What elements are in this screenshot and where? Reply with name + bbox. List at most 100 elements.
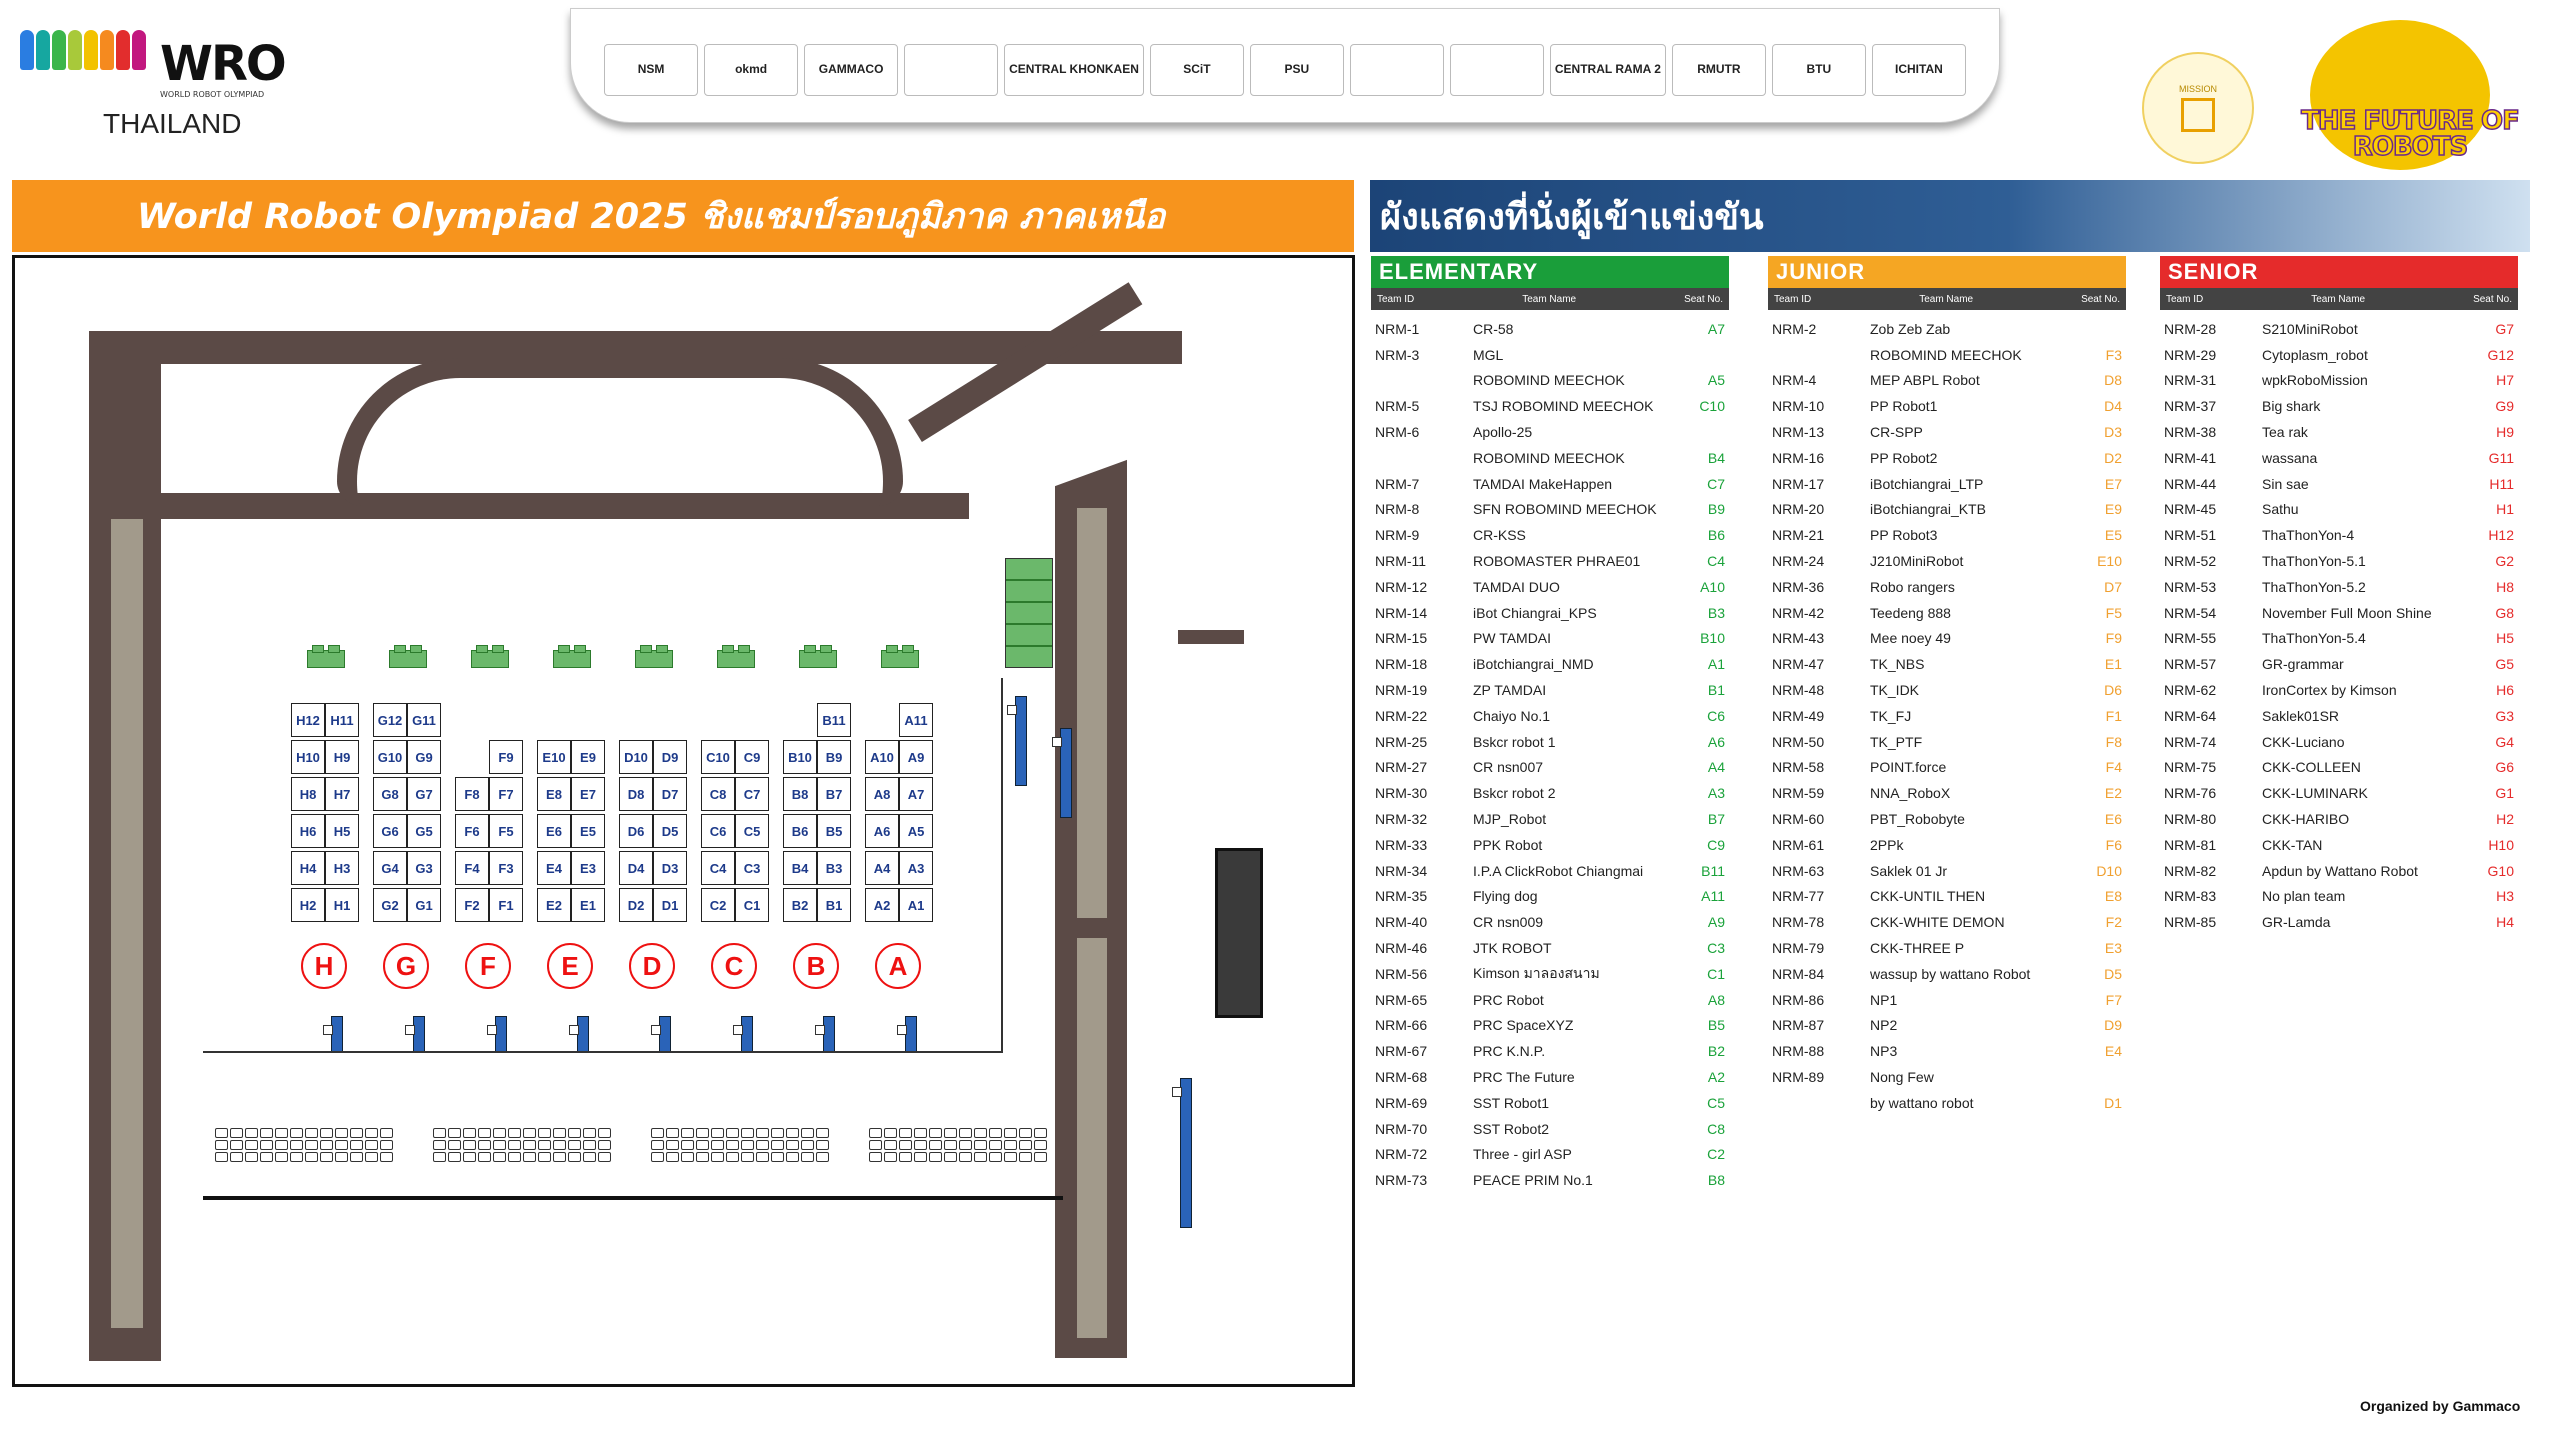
team-name: Three - girl ASP (1473, 1146, 1572, 1163)
table-row: NRM-82 Apdun by Wattano Robot G10 (2160, 858, 2518, 884)
team-id: NRM-61 (1772, 836, 1825, 853)
team-id: NRM-83 (2164, 888, 2217, 905)
seat-e10: E10 (537, 740, 571, 774)
seat-c4: C4 (701, 851, 735, 885)
seat-no: C8 (1707, 1120, 1725, 1137)
judge-table (569, 1016, 589, 1052)
table-row: NRM-84 wassup by wattano Robot D5 (1768, 961, 2126, 987)
column-headers: Team ID Team Name Seat No. (1371, 288, 1729, 310)
team-name: Apollo-25 (1473, 424, 1533, 441)
robot-field-box (799, 645, 837, 668)
seat-no: E2 (2104, 785, 2122, 802)
seat-g7: G7 (407, 777, 441, 811)
seat-no: E5 (2104, 527, 2122, 544)
team-id: NRM-85 (2164, 914, 2217, 931)
team-name: PP Robot3 (1870, 527, 1938, 544)
table-row: NRM-86 NP1 F7 (1768, 987, 2126, 1013)
team-name: iBotchiangrai_NMD (1473, 656, 1594, 673)
seat-h6: H6 (291, 814, 325, 848)
team-name: SFN ROBOMIND MEECHOK (1473, 501, 1657, 518)
team-name: GR-grammar (2262, 656, 2344, 673)
team-name: S210MiniRobot (2262, 320, 2358, 337)
sponsor-logo: CENTRAL RAMA 2 (1549, 43, 1666, 96)
side-table (1172, 1078, 1192, 1228)
team-id: NRM-58 (1772, 759, 1825, 776)
table-row: NRM-50 TK_PTF F8 (1768, 729, 2126, 755)
team-name: ZP TAMDAI (1473, 682, 1547, 699)
team-id: NRM-38 (2164, 424, 2217, 441)
table-row: NRM-1 CR-58 A7 (1371, 316, 1729, 342)
header-seat: Seat No. (1684, 293, 1723, 305)
judge-table (323, 1016, 343, 1052)
team-id: NRM-32 (1375, 811, 1428, 828)
team-id: NRM-89 (1772, 1069, 1825, 1085)
seat-b8: B8 (783, 777, 817, 811)
table-row: NRM-40 CR nsn009 A9 (1371, 909, 1729, 935)
seat-a7: A7 (899, 777, 933, 811)
table-row: ROBOMIND MEECHOK B4 (1371, 445, 1729, 471)
table-row: NRM-48 TK_IDK D6 (1768, 677, 2126, 703)
table-row: NRM-3 MGL (1371, 342, 1729, 368)
team-name: MEP ABPL Robot (1870, 372, 1980, 389)
team-list-junior: JUNIOR Team ID Team Name Seat No. NRM-2 Zob Z… (1768, 256, 2126, 1116)
column-headers: Team ID Team Name Seat No. (1768, 288, 2126, 310)
seat-g1: G1 (407, 888, 441, 922)
seat-b10: B10 (783, 740, 817, 774)
zone-a-marker: A (875, 943, 921, 989)
side-table (1052, 728, 1072, 818)
seat-no: G11 (2488, 449, 2514, 466)
table-row: NRM-80 CKK-HARIBO H2 (2160, 806, 2518, 832)
team-id: NRM-68 (1375, 1069, 1428, 1085)
seat-e4: E4 (537, 851, 571, 885)
team-name: Kimson มาลองสนาม (1473, 964, 1600, 981)
team-id: NRM-45 (2164, 501, 2217, 518)
seat-no: B5 (1707, 1017, 1725, 1034)
seat-no: F8 (2105, 733, 2122, 750)
sponsor-logo: RMUTR (1671, 43, 1766, 96)
sponsor-logo: okmd (704, 43, 799, 96)
table-row: NRM-45 Sathu H1 (2160, 497, 2518, 523)
seat-a11: A11 (899, 703, 933, 737)
seat-no: A3 (1707, 785, 1725, 802)
sponsor-logo: CENTRAL KHONKAEN (1004, 43, 1144, 96)
seat-g2: G2 (373, 888, 407, 922)
sponsor-bar: NSM okmd GAMMACO CENTRAL KHONKAEN SCiT PSU CEN… (570, 8, 2000, 123)
seat-d7: D7 (653, 777, 687, 811)
seat-c6: C6 (701, 814, 735, 848)
seat-no: H11 (2489, 475, 2514, 492)
seat-h1: H1 (325, 888, 359, 922)
team-name: Saklek01SR (2262, 707, 2340, 724)
robot-field-box (635, 645, 673, 668)
seat-no: D5 (2104, 965, 2122, 982)
wro-subtitle: WORLD ROBOT OLYMPIAD (160, 90, 265, 99)
team-name: Bskcr robot 2 (1473, 785, 1556, 802)
seat-g9: G9 (407, 740, 441, 774)
audience-chairs (433, 1128, 611, 1162)
table-row: NRM-74 CKK-Luciano G4 (2160, 729, 2518, 755)
team-name: CKK-WHITE DEMON (1870, 914, 2005, 931)
table-row: NRM-62 IronCortex by Kimson H6 (2160, 677, 2518, 703)
seat-no: G4 (2495, 733, 2514, 750)
zone-e-marker: E (547, 943, 593, 989)
seat-no: F6 (2105, 836, 2122, 853)
table-row: NRM-77 CKK-UNTIL THEN E8 (1768, 884, 2126, 910)
seat-h8: H8 (291, 777, 325, 811)
seat-a1: A1 (899, 888, 933, 922)
team-id: NRM-62 (2164, 682, 2217, 699)
team-id: NRM-17 (1772, 475, 1825, 492)
venue-map: H1 H2 H3 H4 H5 H6 H7 H8 H9 H10 H11 H12 G1 G2 G3 G4 G5 G6 G… (12, 255, 1355, 1387)
seat-d10: D10 (619, 740, 653, 774)
team-id: NRM-60 (1772, 811, 1825, 828)
seat-h10: H10 (291, 740, 325, 774)
team-name: CR-58 (1473, 320, 1514, 337)
seat-no: H12 (2488, 527, 2514, 544)
team-id: NRM-86 (1772, 991, 1825, 1008)
seat-no: G5 (2495, 656, 2514, 673)
seating-chart-page: { "brand":{"wro_text":"WRO","wro_small":… (0, 0, 2560, 1440)
seat-no: B10 (1700, 630, 1725, 647)
seat-no: A9 (1707, 914, 1725, 931)
team-name: Robo rangers (1870, 578, 1955, 595)
seat-no: D2 (2104, 449, 2122, 466)
seat-no: B9 (1707, 501, 1725, 518)
team-id: NRM-24 (1772, 553, 1825, 570)
